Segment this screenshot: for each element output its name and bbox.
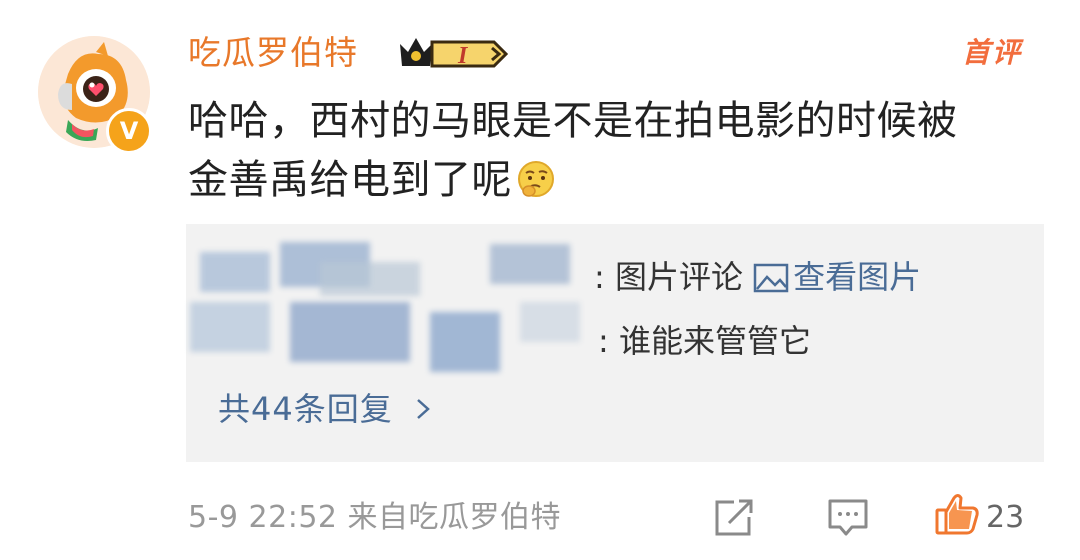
svg-text:I: I xyxy=(457,43,469,69)
fan-level-badge-icon: I xyxy=(400,38,508,69)
reply-item-1[interactable]: : 图片评论 查看图片 xyxy=(594,254,921,305)
more-replies-link[interactable]: 共44条回复 xyxy=(218,386,434,432)
reply-2-text: : 谁能来管管它 xyxy=(598,322,811,360)
view-image-link[interactable]: 查看图片 xyxy=(753,258,921,296)
view-image-label: 查看图片 xyxy=(793,258,922,296)
image-icon xyxy=(753,259,789,305)
username[interactable]: 吃瓜罗伯特 xyxy=(188,30,358,76)
verified-badge-icon: V xyxy=(106,108,152,154)
first-comment-tag: 首评 xyxy=(962,36,1023,69)
comment-line-1: 哈哈，西村的马眼是不是在拍电影的时候被 xyxy=(188,98,958,144)
like-icon[interactable] xyxy=(934,491,980,537)
reply-item-2[interactable]: : 谁能来管管它 xyxy=(598,318,811,364)
more-replies-label: 共44条回复 xyxy=(218,390,393,428)
share-icon[interactable] xyxy=(712,497,756,539)
reply-1-text: : 图片评论 xyxy=(594,258,743,296)
chevron-right-icon xyxy=(404,390,434,428)
thinking-face-emoji-icon xyxy=(516,157,556,216)
like-count: 23 xyxy=(986,500,1025,535)
blurred-reply-names xyxy=(190,242,580,372)
comment-text: 哈哈，西村的马眼是不是在拍电影的时候被 金善禹给电到了呢 xyxy=(188,92,1048,216)
comment-meta: 5-9 22:52 来自吃瓜罗伯特 xyxy=(188,500,562,535)
comment-line-2-text: 金善禹给电到了呢 xyxy=(188,157,512,203)
comment-icon[interactable] xyxy=(826,497,870,539)
comment-line-2: 金善禹给电到了呢 xyxy=(188,151,1048,216)
